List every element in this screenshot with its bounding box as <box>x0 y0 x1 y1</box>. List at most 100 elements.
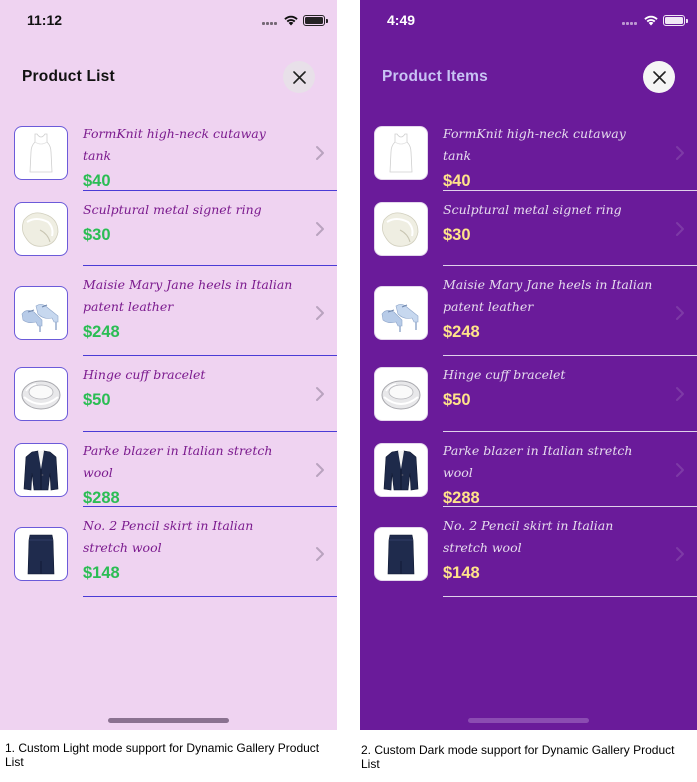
light-mode-screen: 11:12 Product List FormKnit high-neck cu… <box>0 0 337 730</box>
product-thumbnail <box>374 367 428 421</box>
wifi-icon <box>284 15 298 26</box>
ring-icon <box>22 212 59 247</box>
product-name: Hinge cuff bracelet <box>83 367 206 382</box>
status-time: 11:12 <box>27 12 63 28</box>
page-title: Product Items <box>382 68 488 85</box>
chevron-right-icon <box>676 463 684 477</box>
product-thumbnail <box>14 286 68 340</box>
light-mode-caption: 1. Custom Light mode support for Dynamic… <box>5 741 320 769</box>
product-row[interactable]: Parke blazer in Italian stretch wool $288 <box>0 432 337 507</box>
product-name: Parke blazer in Italian stretch wool <box>443 443 633 480</box>
chevron-right-icon <box>676 547 684 561</box>
product-info: Sculptural metal signet ring $30 <box>83 199 297 247</box>
bracelet-icon <box>21 380 61 410</box>
product-info: No. 2 Pencil skirt in Italian stretch wo… <box>443 515 657 585</box>
product-info: Parke blazer in Italian stretch wool $288 <box>443 440 657 510</box>
product-name: No. 2 Pencil skirt in Italian stretch wo… <box>443 518 614 555</box>
product-list: FormKnit high-neck cutaway tank $40 Sculpt… <box>360 115 697 597</box>
chevron-right-icon <box>676 306 684 320</box>
product-price: $148 <box>443 564 480 582</box>
product-info: No. 2 Pencil skirt in Italian stretch wo… <box>83 515 297 585</box>
skirt-icon <box>387 534 415 575</box>
product-thumbnail <box>14 367 68 421</box>
product-thumbnail <box>374 126 428 180</box>
cellular-signal-icon <box>622 15 637 25</box>
product-row[interactable]: FormKnit high-neck cutaway tank $40 <box>360 115 697 191</box>
product-price: $50 <box>83 391 111 409</box>
chevron-right-icon <box>316 547 324 561</box>
product-price: $50 <box>443 391 471 409</box>
product-list: FormKnit high-neck cutaway tank $40 Sculpt… <box>0 115 337 597</box>
status-time: 4:49 <box>387 12 416 28</box>
tank-top-icon <box>29 133 53 173</box>
close-button[interactable] <box>643 61 675 93</box>
product-info: Parke blazer in Italian stretch wool $288 <box>83 440 297 510</box>
chevron-right-icon <box>676 146 684 160</box>
chevron-right-icon <box>676 387 684 401</box>
cellular-signal-icon <box>262 15 277 25</box>
product-info: FormKnit high-neck cutaway tank $40 <box>83 123 297 193</box>
close-icon <box>652 70 666 84</box>
home-indicator[interactable] <box>468 718 589 723</box>
product-thumbnail <box>374 527 428 581</box>
product-price: $248 <box>443 323 480 341</box>
chevron-right-icon <box>316 387 324 401</box>
chevron-right-icon <box>316 463 324 477</box>
chevron-right-icon <box>316 222 324 236</box>
product-row[interactable]: FormKnit high-neck cutaway tank $40 <box>0 115 337 191</box>
product-row[interactable]: Hinge cuff bracelet $50 <box>0 356 337 432</box>
close-icon <box>292 70 306 84</box>
tank-top-icon <box>389 133 413 173</box>
product-info: Maisie Mary Jane heels in Italian patent… <box>443 274 657 344</box>
product-thumbnail <box>14 443 68 497</box>
blazer-icon <box>23 450 59 491</box>
wifi-icon <box>644 15 658 26</box>
product-name: Maisie Mary Jane heels in Italian patent… <box>83 277 293 314</box>
product-thumbnail <box>374 443 428 497</box>
product-row[interactable]: No. 2 Pencil skirt in Italian stretch wo… <box>0 507 337 597</box>
close-button[interactable] <box>283 61 315 93</box>
heels-icon <box>381 304 419 332</box>
row-divider <box>83 596 337 597</box>
product-name: FormKnit high-neck cutaway tank <box>83 126 266 163</box>
product-name: Sculptural metal signet ring <box>443 202 622 217</box>
chevron-right-icon <box>316 146 324 160</box>
product-row[interactable]: Maisie Mary Jane heels in Italian patent… <box>360 266 697 356</box>
battery-icon <box>663 14 688 26</box>
product-thumbnail <box>14 527 68 581</box>
product-thumbnail <box>374 202 428 256</box>
product-info: Hinge cuff bracelet $50 <box>83 364 297 412</box>
chevron-right-icon <box>676 222 684 236</box>
product-name: Maisie Mary Jane heels in Italian patent… <box>443 277 653 314</box>
product-thumbnail <box>14 202 68 256</box>
dark-mode-caption: 2. Custom Dark mode support for Dynamic … <box>361 743 675 771</box>
ring-icon <box>382 212 419 247</box>
product-info: Maisie Mary Jane heels in Italian patent… <box>83 274 297 344</box>
product-thumbnail <box>14 126 68 180</box>
product-name: Sculptural metal signet ring <box>83 202 262 217</box>
product-row[interactable]: Hinge cuff bracelet $50 <box>360 356 697 432</box>
skirt-icon <box>27 534 55 575</box>
product-name: FormKnit high-neck cutaway tank <box>443 126 626 163</box>
product-price: $30 <box>83 226 111 244</box>
bracelet-icon <box>381 380 421 410</box>
product-price: $30 <box>443 226 471 244</box>
product-row[interactable]: Parke blazer in Italian stretch wool $288 <box>360 432 697 507</box>
status-bar: 11:12 <box>0 0 337 40</box>
product-row[interactable]: Sculptural metal signet ring $30 <box>360 191 697 266</box>
heels-icon <box>21 304 59 332</box>
product-name: No. 2 Pencil skirt in Italian stretch wo… <box>83 518 254 555</box>
status-icons <box>262 13 328 27</box>
product-row[interactable]: No. 2 Pencil skirt in Italian stretch wo… <box>360 507 697 597</box>
status-bar: 4:49 <box>360 0 697 40</box>
row-divider <box>443 596 697 597</box>
product-info: Sculptural metal signet ring $30 <box>443 199 657 247</box>
product-info: Hinge cuff bracelet $50 <box>443 364 657 412</box>
battery-icon <box>303 14 328 26</box>
product-row[interactable]: Sculptural metal signet ring $30 <box>0 191 337 266</box>
product-price: $248 <box>83 323 120 341</box>
home-indicator[interactable] <box>108 718 229 723</box>
product-info: FormKnit high-neck cutaway tank $40 <box>443 123 657 193</box>
status-icons <box>622 13 688 27</box>
product-row[interactable]: Maisie Mary Jane heels in Italian patent… <box>0 266 337 356</box>
